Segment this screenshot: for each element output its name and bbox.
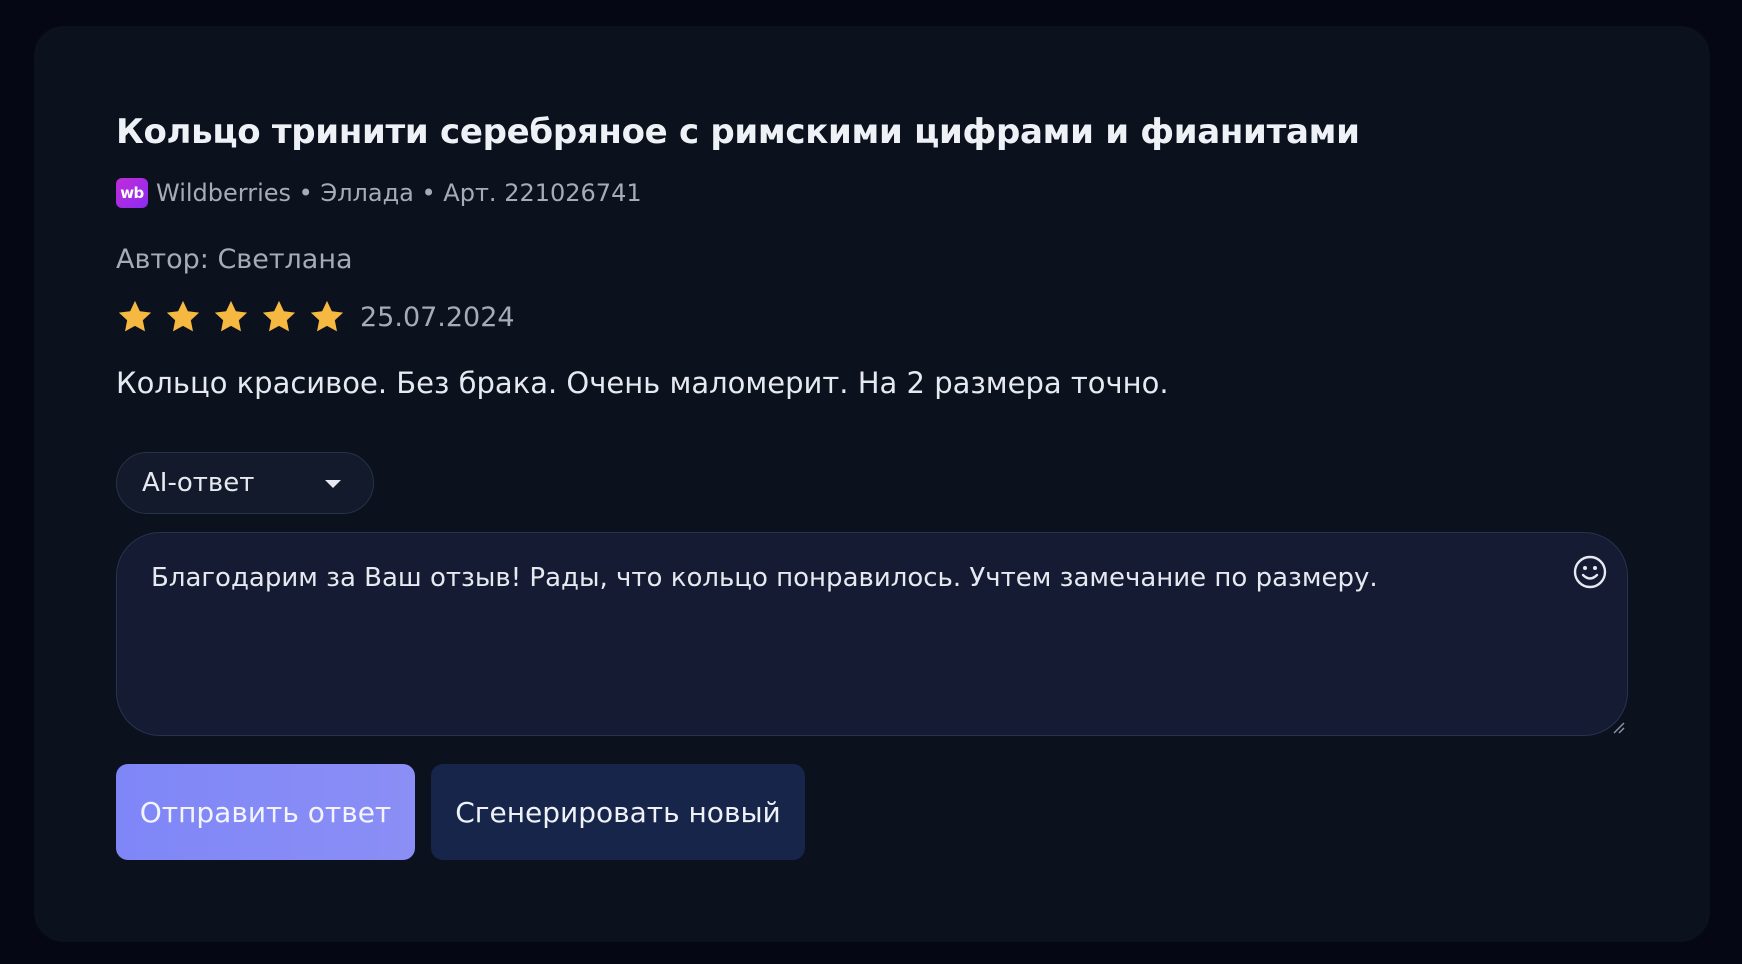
star-icon bbox=[164, 299, 202, 335]
star-icon bbox=[260, 299, 298, 335]
review-date: 25.07.2024 bbox=[360, 301, 515, 333]
product-meta: wb Wildberries • Эллада • Арт. 221026741 bbox=[116, 178, 642, 208]
reply-text[interactable]: Благодарим за Ваш отзыв! Рады, что кольц… bbox=[151, 563, 1378, 593]
product-meta-line: Wildberries • Эллада • Арт. 221026741 bbox=[156, 179, 642, 207]
resize-handle-icon[interactable] bbox=[1611, 719, 1625, 734]
response-mode-value: AI-ответ bbox=[142, 468, 255, 498]
review-card: Кольцо тринити серебряное с римскими циф… bbox=[34, 26, 1710, 942]
logo-text: wb bbox=[120, 184, 144, 202]
rating-row: 25.07.2024 bbox=[116, 299, 515, 335]
review-text: Кольцо красивое. Без брака. Очень маломе… bbox=[116, 366, 1169, 400]
star-icon bbox=[308, 299, 346, 335]
star-icon bbox=[212, 299, 250, 335]
smiley-icon[interactable] bbox=[1571, 553, 1609, 591]
star-icon bbox=[116, 299, 154, 335]
review-author: Автор: Светлана bbox=[116, 244, 353, 275]
product-title: Кольцо тринити серебряное с римскими циф… bbox=[116, 112, 1360, 152]
reply-textarea[interactable]: Благодарим за Ваш отзыв! Рады, что кольц… bbox=[116, 532, 1628, 736]
response-mode-select[interactable]: AI-ответ bbox=[116, 452, 374, 514]
send-reply-button[interactable]: Отправить ответ bbox=[116, 764, 415, 860]
chevron-down-icon bbox=[325, 480, 341, 488]
regenerate-button[interactable]: Сгенерировать новый bbox=[431, 764, 805, 860]
star-rating bbox=[116, 299, 346, 335]
wildberries-logo-icon: wb bbox=[116, 178, 148, 208]
